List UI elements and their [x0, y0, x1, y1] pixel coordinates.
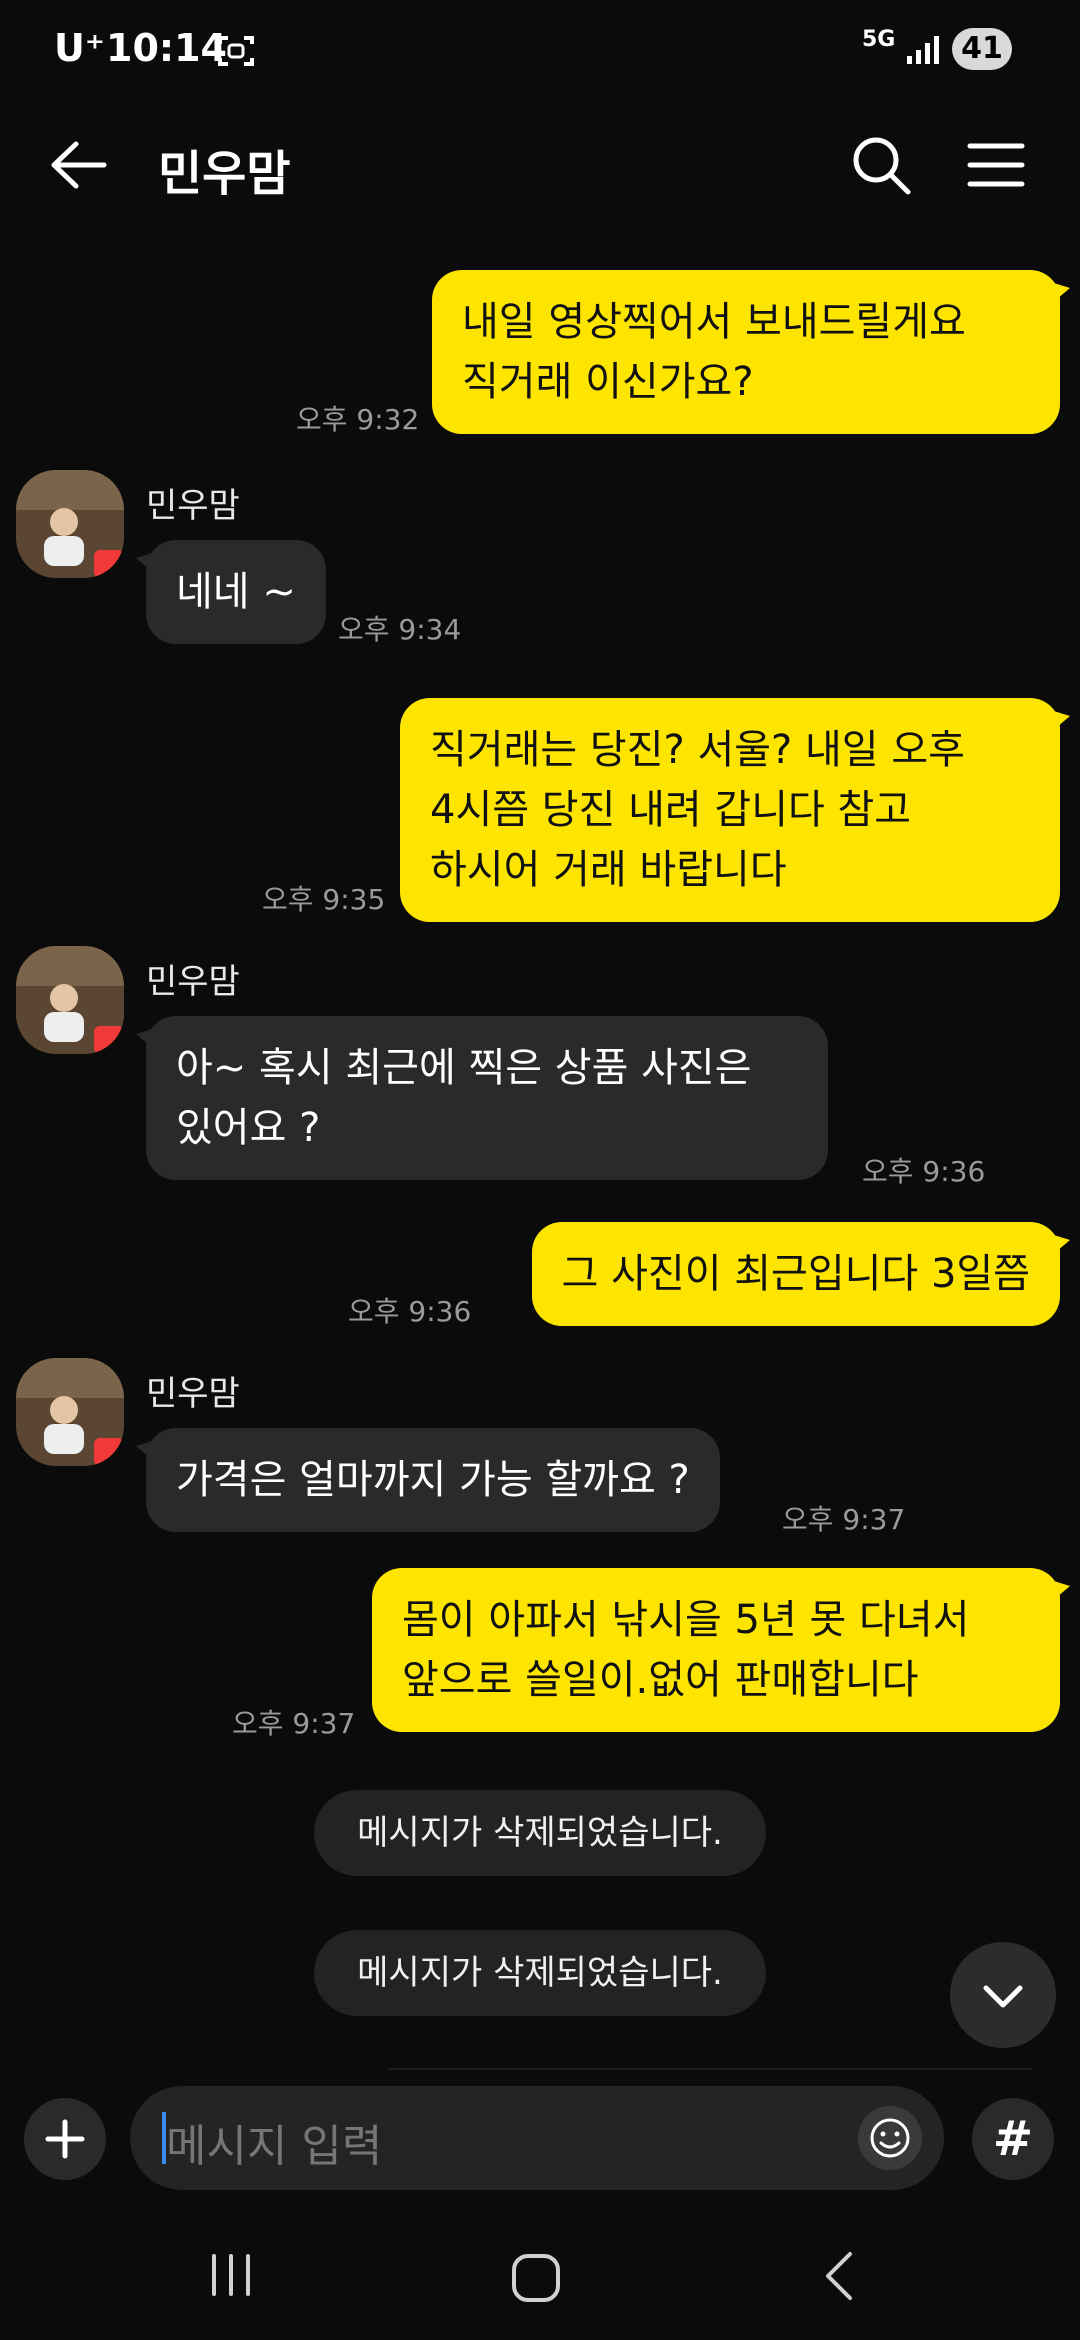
system-navigation-bar: [0, 2220, 1080, 2340]
carrier-label: U⁺: [54, 26, 105, 70]
sender-name: 민우맘: [146, 962, 240, 1002]
avatar[interactable]: [16, 470, 124, 578]
screen-capture-icon: [218, 36, 254, 66]
message-time: 오후 9:35: [262, 883, 386, 916]
outgoing-message[interactable]: 내일 영상찍어서 보내드릴게요 직거래 이신가요?: [432, 270, 1070, 434]
attach-button[interactable]: [24, 2098, 106, 2180]
incoming-message[interactable]: 아~ 혹시 최근에 찍은 상품 사진은 있어요 ?: [136, 1016, 828, 1180]
avatar[interactable]: [16, 1358, 124, 1466]
message-input[interactable]: 메시지 입력: [130, 2086, 944, 2190]
outgoing-message[interactable]: 그 사진이 최근입니다 3일쯤: [531, 1222, 1071, 1326]
hashtag-button[interactable]: #: [972, 2098, 1054, 2180]
scroll-to-bottom-button[interactable]: [950, 1942, 1056, 2048]
message-input-placeholder: 메시지 입력: [166, 2121, 383, 2172]
deleted-message-notice: 메시지가 삭제되었습니다.: [314, 1930, 766, 2016]
sender-name: 민우맘: [146, 486, 240, 526]
hamburger-menu-icon[interactable]: [966, 140, 1026, 190]
chat-title: 민우맘: [158, 146, 291, 202]
signal-icon: [907, 36, 939, 64]
divider: [388, 2068, 1032, 2070]
chevron-down-icon: [983, 1985, 1023, 2008]
battery-indicator: 41: [952, 28, 1012, 70]
recent-apps-icon[interactable]: [206, 2250, 256, 2300]
message-time: 오후 9:37: [232, 1707, 356, 1740]
deleted-message-notice: 메시지가 삭제되었습니다.: [314, 1790, 766, 1876]
emoji-icon: [870, 2118, 910, 2158]
arrow-left-icon[interactable]: [48, 140, 108, 190]
message-time: 오후 9:32: [296, 403, 420, 436]
plus-icon: [45, 2119, 85, 2159]
avatar[interactable]: [16, 946, 124, 1054]
status-time: 10:14: [106, 26, 227, 70]
message-time: 오후 9:36: [348, 1295, 472, 1328]
emoji-button[interactable]: [858, 2106, 922, 2170]
back-nav-icon[interactable]: [820, 2248, 860, 2304]
home-icon[interactable]: [508, 2250, 564, 2306]
outgoing-message[interactable]: 직거래는 당진? 서울? 내일 오후 4시쯤 당진 내려 갑니다 참고 하시어 …: [400, 698, 1070, 922]
search-icon[interactable]: [850, 134, 912, 196]
sender-name: 민우맘: [146, 1374, 240, 1414]
outgoing-message[interactable]: 몸이 아파서 낚시을 5년 못 다녀서 앞으로 쓸일이.없어 판매합니다: [372, 1568, 1070, 1732]
network-5g-label: 5G: [862, 27, 896, 52]
message-time: 오후 9:37: [782, 1503, 906, 1536]
status-bar: U⁺ 10:14 5G 41: [0, 0, 1080, 100]
incoming-message[interactable]: 네네 ~: [136, 540, 326, 644]
message-time: 오후 9:36: [862, 1155, 986, 1188]
message-time: 오후 9:34: [338, 613, 462, 646]
chat-header: 민우맘: [0, 100, 1080, 230]
incoming-message[interactable]: 가격은 얼마까지 가능 할까요 ?: [136, 1428, 720, 1532]
